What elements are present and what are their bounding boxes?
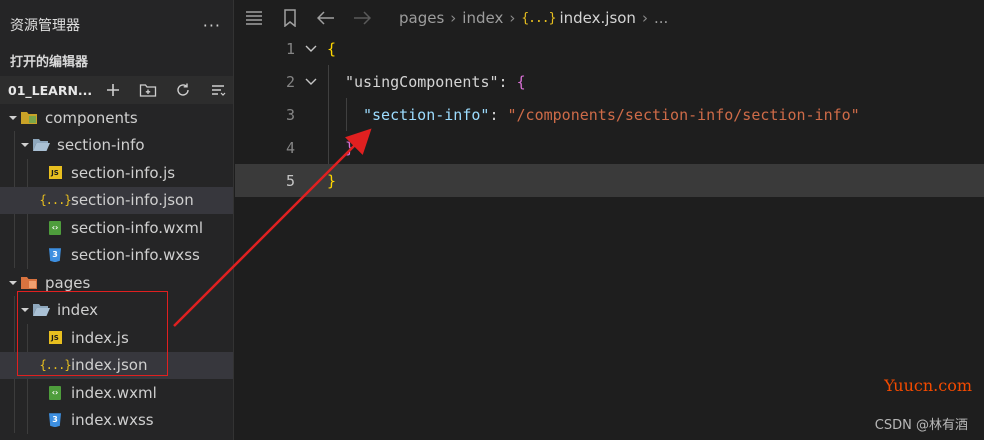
open-editors-section[interactable]: 打开的编辑器 (0, 50, 233, 76)
json-key: "usingComponents" (345, 72, 499, 91)
tree-file-section-info-js[interactable]: JS section-info.js (0, 159, 233, 187)
tree-file-index-js[interactable]: JS index.js (0, 324, 233, 352)
components-folder-icon (20, 110, 38, 126)
back-arrow-icon[interactable] (315, 7, 337, 29)
tree-label: section-info.wxml (71, 218, 203, 237)
code-line[interactable]: 4 } (235, 131, 984, 164)
code-area[interactable]: 1 { 2 "usingComponents": { 3 "section-in… (235, 32, 984, 197)
tree-label: pages (45, 273, 91, 292)
tree-file-index-wxml[interactable]: ‹› index.wxml (0, 379, 233, 407)
tree-file-index-json[interactable]: {...} index.json (0, 351, 233, 379)
tree-folder-pages[interactable]: pages (0, 269, 233, 297)
wxml-file-icon: ‹› (46, 385, 64, 401)
explorer-sidebar: 资源管理器 ··· 打开的编辑器 01_LEARN... components … (0, 0, 234, 440)
chevron-down-icon[interactable] (295, 78, 327, 86)
file-tree: components section-info JS section-info.… (0, 104, 233, 434)
tree-label: index.json (71, 356, 148, 375)
tree-label: index.wxml (71, 383, 157, 402)
json-file-icon: {...} (39, 358, 71, 373)
project-name: 01_LEARN... (8, 82, 92, 98)
code-line[interactable]: 2 "usingComponents": { (235, 65, 984, 98)
site-watermark: Yuucn.com (884, 376, 972, 395)
tree-label: index.js (71, 328, 129, 347)
json-key: "section-info" (363, 105, 490, 124)
chevron-down-icon (18, 305, 32, 315)
tree-label: section-info.js (71, 163, 176, 182)
chevron-right-icon: › (450, 9, 457, 27)
json-file-icon: {...} (39, 193, 71, 208)
css-file-icon: 3 (46, 412, 64, 428)
js-file-icon: JS (46, 165, 64, 181)
breadcrumb-item[interactable]: index (462, 9, 503, 27)
code-line-current[interactable]: 5 } (235, 164, 984, 197)
new-file-icon[interactable] (102, 81, 124, 99)
line-number: 4 (285, 138, 295, 157)
chevron-down-icon (6, 113, 20, 123)
list-icon[interactable] (243, 7, 265, 29)
breadcrumb-item[interactable]: ... (654, 9, 668, 27)
tree-label: section-info.wxss (71, 246, 200, 265)
folder-open-icon (32, 302, 50, 318)
line-number: 1 (285, 39, 295, 58)
chevron-down-icon (6, 278, 20, 288)
collapse-all-icon[interactable] (207, 81, 229, 99)
bookmark-icon[interactable] (279, 7, 301, 29)
tree-file-section-info-wxml[interactable]: ‹› section-info.wxml (0, 214, 233, 242)
tree-label: components (45, 108, 138, 127)
folder-open-icon (32, 137, 50, 153)
json-brace: } (345, 138, 355, 157)
code-line[interactable]: 3 "section-info": "/components/section-i… (235, 98, 984, 131)
chevron-right-icon: › (509, 9, 516, 27)
tree-label: index.wxss (71, 411, 154, 430)
json-brace: { (327, 39, 337, 58)
wxml-file-icon: ‹› (46, 220, 64, 236)
tree-label: index (57, 301, 99, 320)
line-number: 5 (285, 171, 295, 190)
tree-file-section-info-wxss[interactable]: 3 section-info.wxss (0, 242, 233, 270)
breadcrumb-item[interactable]: pages (399, 9, 444, 27)
forward-arrow-icon[interactable] (351, 7, 373, 29)
explorer-title: 资源管理器 (10, 18, 80, 34)
chevron-right-icon: › (641, 9, 648, 27)
js-file-icon: JS (46, 330, 64, 346)
tree-file-section-info-json[interactable]: {...} section-info.json (0, 186, 233, 214)
tree-label: section-info (57, 136, 145, 155)
tree-file-index-wxss[interactable]: 3 index.wxss (0, 407, 233, 435)
code-editor: pages › index › {...} index.json › ... 1… (235, 0, 984, 440)
explorer-header: 资源管理器 ··· (0, 0, 233, 50)
line-number: 2 (285, 72, 295, 91)
new-folder-icon[interactable] (137, 81, 159, 99)
line-number: 3 (285, 105, 295, 124)
refresh-icon[interactable] (172, 81, 194, 99)
breadcrumb-item[interactable]: index.json (559, 9, 635, 27)
json-brace: { (516, 72, 526, 91)
tree-folder-index[interactable]: index (0, 297, 233, 325)
json-string-value: "/components/section-info/section-info" (507, 105, 860, 124)
json-brace: } (327, 171, 337, 190)
project-header[interactable]: 01_LEARN... (0, 76, 233, 104)
more-actions-icon[interactable]: ··· (203, 16, 221, 35)
tree-folder-components[interactable]: components (0, 104, 233, 132)
tree-label: section-info.json (71, 191, 194, 210)
css-file-icon: 3 (46, 247, 64, 263)
author-watermark: CSDN @林有酒 (874, 418, 968, 433)
chevron-down-icon[interactable] (295, 45, 327, 53)
breadcrumb: pages › index › {...} index.json › ... (399, 9, 668, 27)
code-line[interactable]: 1 { (235, 32, 984, 65)
json-file-icon: {...} (521, 10, 556, 26)
chevron-down-icon (18, 140, 32, 150)
editor-toolbar: pages › index › {...} index.json › ... (235, 0, 984, 36)
pages-folder-icon (20, 275, 38, 291)
tree-folder-section-info[interactable]: section-info (0, 132, 233, 160)
